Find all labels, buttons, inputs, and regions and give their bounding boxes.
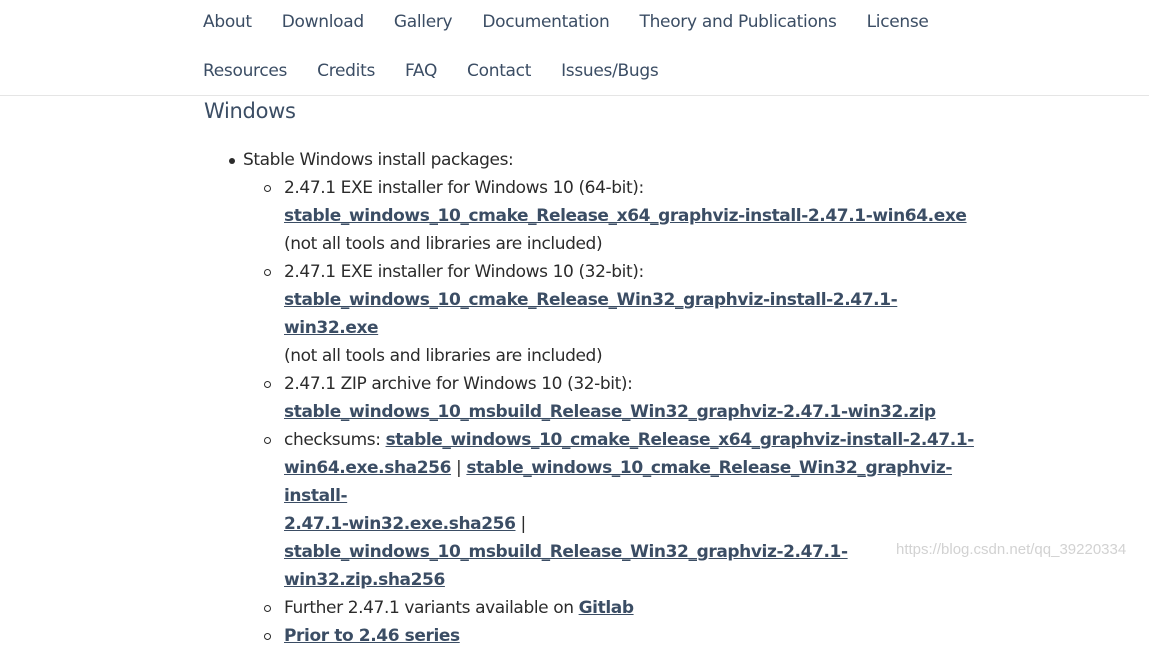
section-heading-windows: Windows — [204, 99, 296, 123]
exe-64-note: (not all tools and libraries are include… — [284, 234, 603, 254]
list-item-further-variants: Further 2.47.1 variants available on Git… — [264, 594, 984, 622]
nav-issues-bugs[interactable]: Issues/Bugs — [561, 60, 659, 82]
list-item-prior-series: Prior to 2.46 series — [264, 622, 984, 650]
list-item-checksums: checksums: stable_windows_10_cmake_Relea… — [264, 426, 984, 594]
checksum-separator: | — [515, 514, 527, 534]
checksum-link-zip-32[interactable]: stable_windows_10_msbuild_Release_Win32_… — [284, 542, 848, 590]
nav-gallery[interactable]: Gallery — [394, 11, 453, 33]
nav-faq[interactable]: FAQ — [405, 60, 437, 82]
exe-32-description: 2.47.1 EXE installer for Windows 10 (32-… — [284, 262, 644, 282]
nav-license[interactable]: License — [867, 11, 929, 33]
download-link-exe-64[interactable]: stable_windows_10_cmake_Release_x64_grap… — [284, 206, 967, 226]
nav-credits[interactable]: Credits — [317, 60, 375, 82]
stable-packages-label: Stable Windows install packages: — [243, 150, 514, 170]
top-navigation: About Download Gallery Documentation The… — [0, 0, 1149, 96]
nav-download[interactable]: Download — [282, 11, 364, 33]
exe-32-note: (not all tools and libraries are include… — [284, 346, 603, 366]
watermark: https://blog.csdn.net/qq_39220334 — [896, 541, 1127, 558]
nav-theory-publications[interactable]: Theory and Publications — [639, 11, 836, 33]
nav-about[interactable]: About — [203, 11, 252, 33]
checksum-separator: | — [451, 458, 467, 478]
gitlab-link[interactable]: Gitlab — [579, 598, 634, 618]
list-item-exe-32: 2.47.1 EXE installer for Windows 10 (32-… — [264, 258, 984, 370]
zip-32-description: 2.47.1 ZIP archive for Windows 10 (32-bi… — [284, 374, 633, 394]
list-item-stable-packages: Stable Windows install packages: 2.47.1 … — [229, 146, 1003, 650]
list-item-exe-64: 2.47.1 EXE installer for Windows 10 (64-… — [264, 174, 984, 258]
nav-resources[interactable]: Resources — [203, 60, 287, 82]
nav-row-primary: About Download Gallery Documentation The… — [203, 11, 959, 33]
download-content: Stable Windows install packages: 2.47.1 … — [229, 146, 1003, 650]
list-item-zip-32: 2.47.1 ZIP archive for Windows 10 (32-bi… — [264, 370, 984, 426]
nav-documentation[interactable]: Documentation — [482, 11, 609, 33]
package-list: Stable Windows install packages: 2.47.1 … — [229, 146, 1003, 650]
checksums-label: checksums: — [284, 430, 386, 450]
download-link-exe-32[interactable]: stable_windows_10_cmake_Release_Win32_gr… — [284, 290, 898, 338]
nav-row-secondary: Resources Credits FAQ Contact Issues/Bug… — [203, 60, 688, 82]
further-variants-text: Further 2.47.1 variants available on — [284, 598, 579, 618]
exe-64-description: 2.47.1 EXE installer for Windows 10 (64-… — [284, 178, 644, 198]
package-sublist: 2.47.1 EXE installer for Windows 10 (64-… — [243, 174, 984, 650]
nav-contact[interactable]: Contact — [467, 60, 531, 82]
prior-series-link[interactable]: Prior to 2.46 series — [284, 626, 460, 646]
download-link-zip-32[interactable]: stable_windows_10_msbuild_Release_Win32_… — [284, 402, 936, 422]
